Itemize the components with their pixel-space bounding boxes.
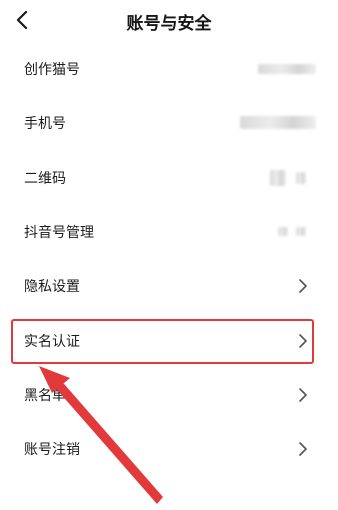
row-account-deletion[interactable]: 账号注销 [0, 422, 338, 476]
row-blacklist[interactable]: 黑名单 [0, 368, 338, 422]
row-real-name-verification[interactable]: 实名认证 [0, 314, 338, 368]
nav-bar: 账号与安全 [0, 0, 338, 44]
masked-qr-thumb [270, 170, 286, 186]
row-douyin-id-manage[interactable]: 抖音号管理 [0, 205, 338, 259]
row-phone[interactable]: 手机号 [0, 96, 338, 150]
page-title: 账号与安全 [126, 14, 212, 34]
chevron-right-icon [298, 279, 308, 293]
chevron-right-icon [298, 442, 308, 456]
row-privacy-settings[interactable]: 隐私设置 [0, 259, 338, 313]
masked-qr-thumb [296, 172, 306, 184]
masked-value [240, 116, 316, 129]
row-label: 黑名单 [24, 388, 66, 404]
account-security-page: 账号与安全 创作猫号 手机号 二维码 抖音号管理 隐私设置 实名认证 黑名单 账… [0, 0, 338, 510]
masked-value [278, 227, 288, 236]
row-creator-id[interactable]: 创作猫号 [0, 42, 338, 96]
row-label: 实名认证 [24, 334, 80, 350]
chevron-right-icon [298, 388, 308, 402]
row-label: 隐私设置 [24, 279, 80, 295]
row-label: 账号注销 [24, 442, 80, 458]
masked-value [296, 227, 306, 236]
chevron-right-icon [298, 334, 308, 348]
row-label: 创作猫号 [24, 62, 80, 78]
row-qrcode[interactable]: 二维码 [0, 151, 338, 205]
row-label: 二维码 [24, 171, 66, 187]
row-label: 抖音号管理 [24, 225, 94, 241]
row-label: 手机号 [24, 116, 66, 132]
masked-value [258, 64, 316, 74]
